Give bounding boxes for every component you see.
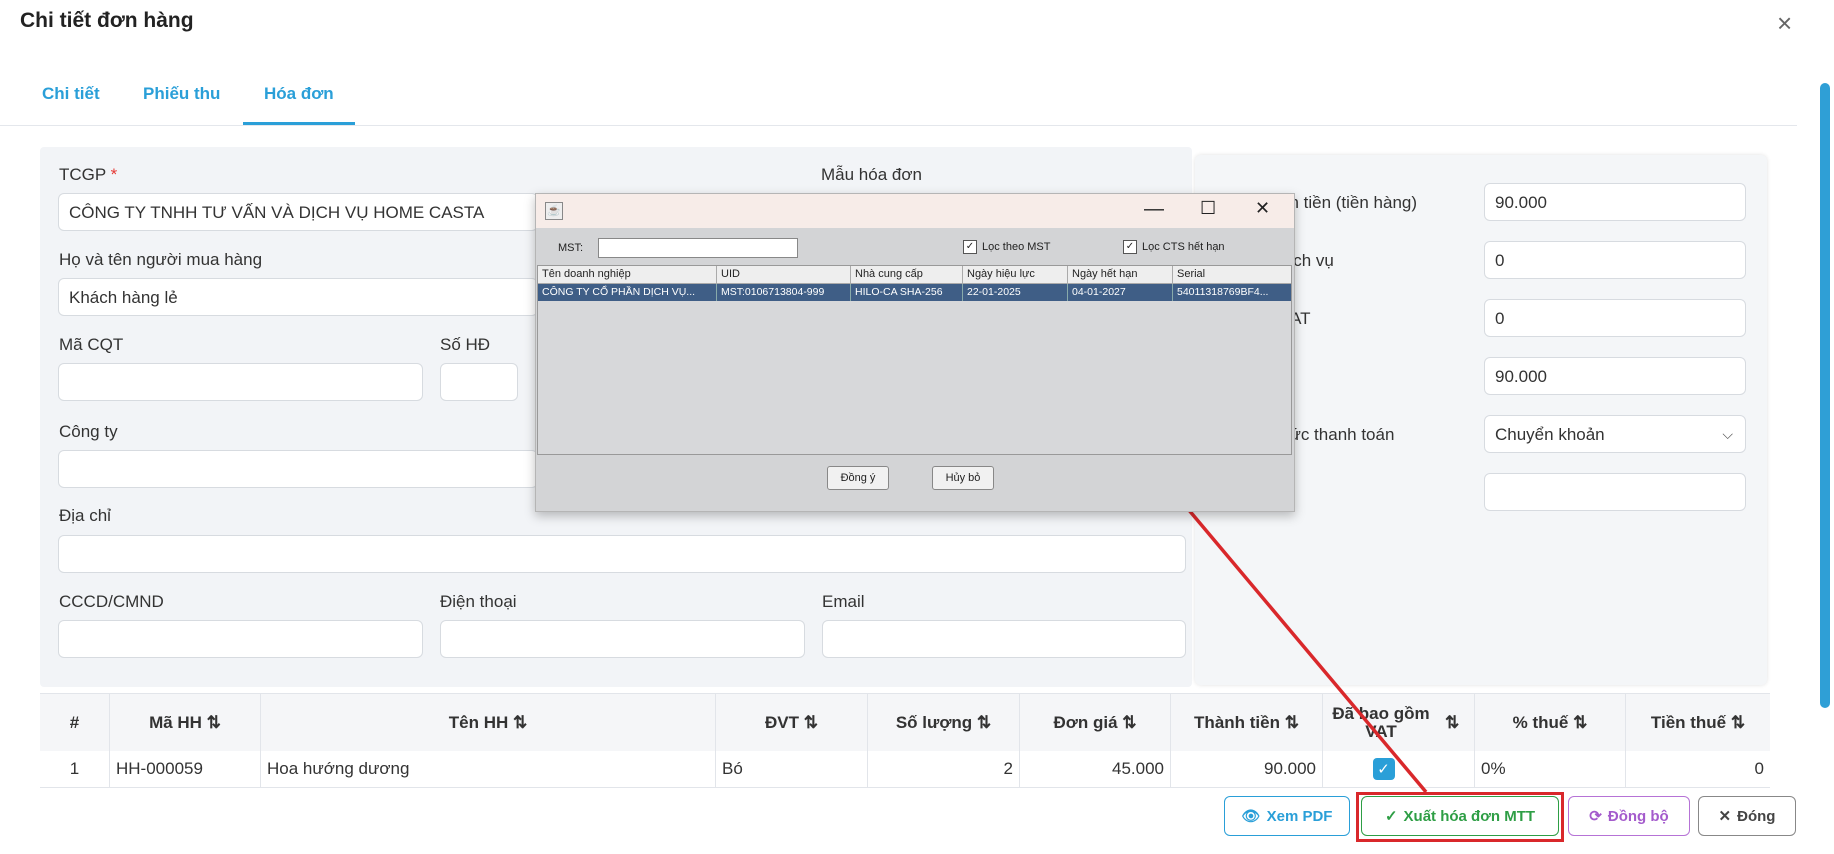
grid-col-valid-to[interactable]: Ngày hết hạn [1068,266,1173,284]
dialog-cancel-button[interactable]: Hủy bỏ [932,466,994,490]
grid-col-serial[interactable]: Serial [1173,266,1291,284]
filter-mst-checkbox[interactable]: ✓ [963,240,977,254]
certificate-table: Tên doanh nghiệp UID Nhà cung cấp Ngày h… [537,265,1292,455]
certificate-dialog: ☕ — ☐ ✕ MST: ✓ Lọc theo MST ✓ Lọc CTS hế… [535,193,1295,512]
dialog-body: MST: ✓ Lọc theo MST ✓ Lọc CTS hết hạn Tê… [536,228,1294,511]
filter-expired-label: Lọc CTS hết hạn [1142,241,1225,253]
dialog-ok-button[interactable]: Đồng ý [827,466,889,490]
filter-mst-label: Lọc theo MST [982,241,1051,253]
grid-cell-uid[interactable]: MST:0106713804-999 [717,284,851,301]
grid-cell-valid-from[interactable]: 22-01-2025 [963,284,1068,301]
filter-expired-checkbox[interactable]: ✓ [1123,240,1137,254]
mst-label: MST: [558,242,584,254]
dialog-titlebar: ☕ — ☐ ✕ [536,194,1294,228]
grid-cell-serial[interactable]: 54011318769BF4... [1173,284,1291,301]
mst-input[interactable] [598,238,798,258]
grid-cell-company[interactable]: CÔNG TY CỔ PHẦN DỊCH VỤ... [538,284,717,301]
grid-cell-provider[interactable]: HILO-CA SHA-256 [851,284,963,301]
grid-col-valid-from[interactable]: Ngày hiệu lực [963,266,1068,284]
grid-cell-valid-to[interactable]: 04-01-2027 [1068,284,1173,301]
grid-col-company[interactable]: Tên doanh nghiệp [538,266,717,284]
grid-col-provider[interactable]: Nhà cung cấp [851,266,963,284]
dialog-close-icon[interactable]: ✕ [1255,198,1270,219]
grid-col-uid[interactable]: UID [717,266,851,284]
java-app-icon: ☕ [545,202,563,220]
minimize-icon[interactable]: — [1144,198,1164,221]
maximize-icon[interactable]: ☐ [1200,198,1216,219]
